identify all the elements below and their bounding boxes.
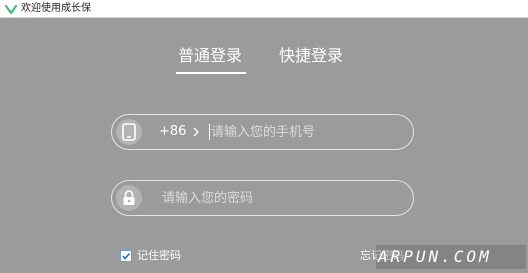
chevron-right-icon[interactable] (192, 127, 200, 137)
text-cursor (209, 124, 210, 140)
password-input[interactable] (162, 188, 402, 208)
checkmark-icon (122, 252, 131, 260)
password-field (111, 180, 414, 216)
watermark: ARPUN.COM (376, 245, 526, 269)
app-logo-icon (5, 4, 17, 15)
phone-input[interactable] (211, 122, 401, 142)
remember-checkbox[interactable] (120, 250, 132, 262)
country-code-select[interactable]: +86 (159, 123, 186, 141)
phone-icon (116, 119, 142, 145)
login-tabs: 普通登录 快捷登录 (0, 45, 528, 75)
lock-icon (116, 185, 142, 211)
phone-field: +86 (111, 114, 414, 150)
window-title: 欢迎使用成长保 (21, 3, 91, 14)
watermark-text: ARPUN.COM (378, 247, 492, 266)
window-titlebar: 欢迎使用成长保 (0, 0, 528, 18)
remember-label: 记住密码 (137, 249, 181, 262)
tab-normal-login[interactable]: 普通登录 (178, 45, 242, 67)
tab-quick-login[interactable]: 快捷登录 (279, 45, 343, 67)
active-tab-indicator (176, 72, 246, 74)
